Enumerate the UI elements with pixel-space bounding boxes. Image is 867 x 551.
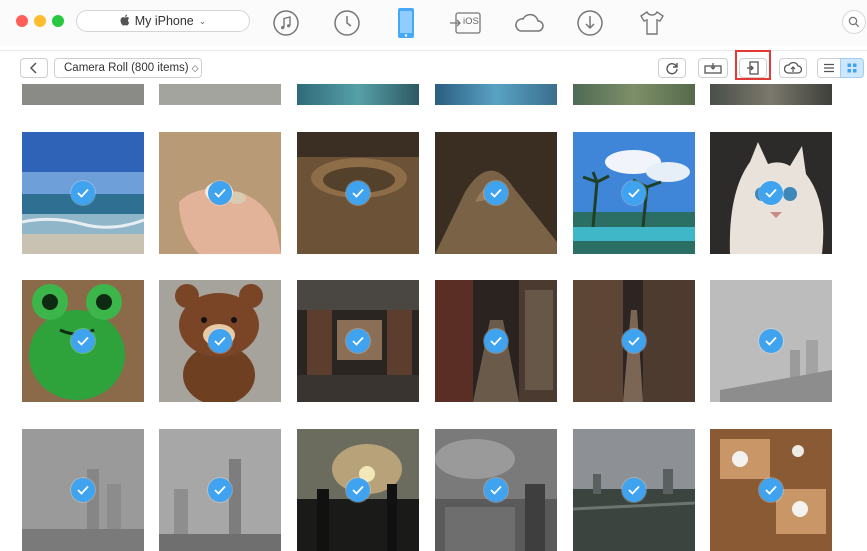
photo-thumbnail[interactable] [22, 84, 144, 105]
selected-check-icon[interactable] [208, 478, 232, 502]
apple-icon [120, 14, 131, 29]
selected-check-icon[interactable] [759, 478, 783, 502]
photo-thumbnail-cloudy-city[interactable] [435, 429, 557, 551]
selected-check-icon[interactable] [346, 329, 370, 353]
album-label: Camera Roll (800 items) [64, 62, 189, 74]
music-icon[interactable] [267, 4, 305, 42]
photo-thumbnail-table-setting[interactable] [710, 429, 832, 551]
selected-check-icon[interactable] [71, 181, 95, 205]
selected-check-icon[interactable] [346, 478, 370, 502]
history-icon[interactable] [328, 4, 366, 42]
photo-thumbnail-hand-with-shells[interactable] [159, 132, 281, 254]
selected-check-icon[interactable] [71, 478, 95, 502]
list-icon [824, 63, 834, 73]
ios-transfer-icon[interactable]: iOS [446, 4, 484, 42]
album-selector[interactable]: Camera Roll (800 items) ◇ [54, 58, 202, 78]
photo-thumbnail-beach-horizon[interactable] [22, 132, 144, 254]
selected-check-icon[interactable] [622, 329, 646, 353]
photo-thumbnail[interactable] [435, 84, 557, 105]
photo-thumbnail-white-cat[interactable] [710, 132, 832, 254]
selected-check-icon[interactable] [622, 478, 646, 502]
photo-thumbnail-sunset-skyline[interactable] [297, 429, 419, 551]
chevron-down-icon: ⌄ [198, 15, 207, 26]
device-name: My iPhone [134, 14, 194, 28]
photo-thumbnail[interactable] [159, 84, 281, 105]
photo-thumbnail-brown-bear-figure[interactable] [159, 280, 281, 402]
photo-thumbnail-sand-crater[interactable] [297, 132, 419, 254]
photo-thumbnail-green-frog-figure[interactable] [22, 280, 144, 402]
selected-check-icon[interactable] [71, 329, 95, 353]
search-icon [848, 16, 860, 28]
photo-thumbnail-city-overview[interactable] [573, 429, 695, 551]
photo-thumbnail-palm-trees-pool[interactable] [573, 132, 695, 254]
photo-thumbnail-library-hall[interactable] [297, 280, 419, 402]
grid-view-button[interactable] [840, 58, 864, 78]
upload-to-cloud-button[interactable] [779, 58, 807, 78]
selected-check-icon[interactable] [759, 181, 783, 205]
back-button[interactable] [20, 58, 48, 78]
selected-check-icon[interactable] [208, 329, 232, 353]
grid-icon [847, 63, 857, 73]
refresh-icon [666, 63, 678, 75]
selected-check-icon[interactable] [484, 478, 508, 502]
selected-check-icon[interactable] [484, 329, 508, 353]
selected-check-icon[interactable] [622, 181, 646, 205]
export-highlight-box [735, 50, 771, 80]
icloud-icon[interactable] [510, 4, 548, 42]
title-bar: My iPhone ⌄ iOS [0, 0, 867, 46]
selected-check-icon[interactable] [208, 181, 232, 205]
refresh-button[interactable] [658, 58, 686, 78]
zoom-window-button[interactable] [52, 15, 64, 27]
device-selector[interactable]: My iPhone ⌄ [76, 10, 250, 32]
close-window-button[interactable] [16, 15, 28, 27]
chevron-left-icon [29, 62, 37, 74]
download-icon[interactable] [571, 4, 609, 42]
photo-thumbnail-bookshelf-corridor[interactable] [435, 280, 557, 402]
updown-chevron-icon: ◇ [191, 62, 199, 73]
search-button[interactable] [842, 10, 866, 34]
photo-thumbnail-foggy-skyline[interactable] [710, 280, 832, 402]
selected-check-icon[interactable] [346, 181, 370, 205]
photo-thumbnail-bookshelf-aisle[interactable] [573, 280, 695, 402]
tshirt-icon[interactable] [633, 4, 671, 42]
photo-thumbnail[interactable] [297, 84, 419, 105]
selected-check-icon[interactable] [759, 329, 783, 353]
minimize-window-button[interactable] [34, 15, 46, 27]
photo-thumbnail[interactable] [710, 84, 832, 105]
phone-icon[interactable] [387, 4, 425, 42]
device-transfer-icon [704, 63, 722, 74]
ios-label: iOS [463, 16, 479, 27]
selected-check-icon[interactable] [484, 181, 508, 205]
photo-thumbnail-hazy-city-2[interactable] [159, 429, 281, 551]
list-view-button[interactable] [817, 58, 841, 78]
photo-thumbnail-hazy-city-1[interactable] [22, 429, 144, 551]
send-to-device-button[interactable] [698, 58, 728, 78]
cloud-upload-icon [784, 61, 802, 74]
photo-thumbnail[interactable] [573, 84, 695, 105]
photo-thumbnail-sand-mound[interactable] [435, 132, 557, 254]
